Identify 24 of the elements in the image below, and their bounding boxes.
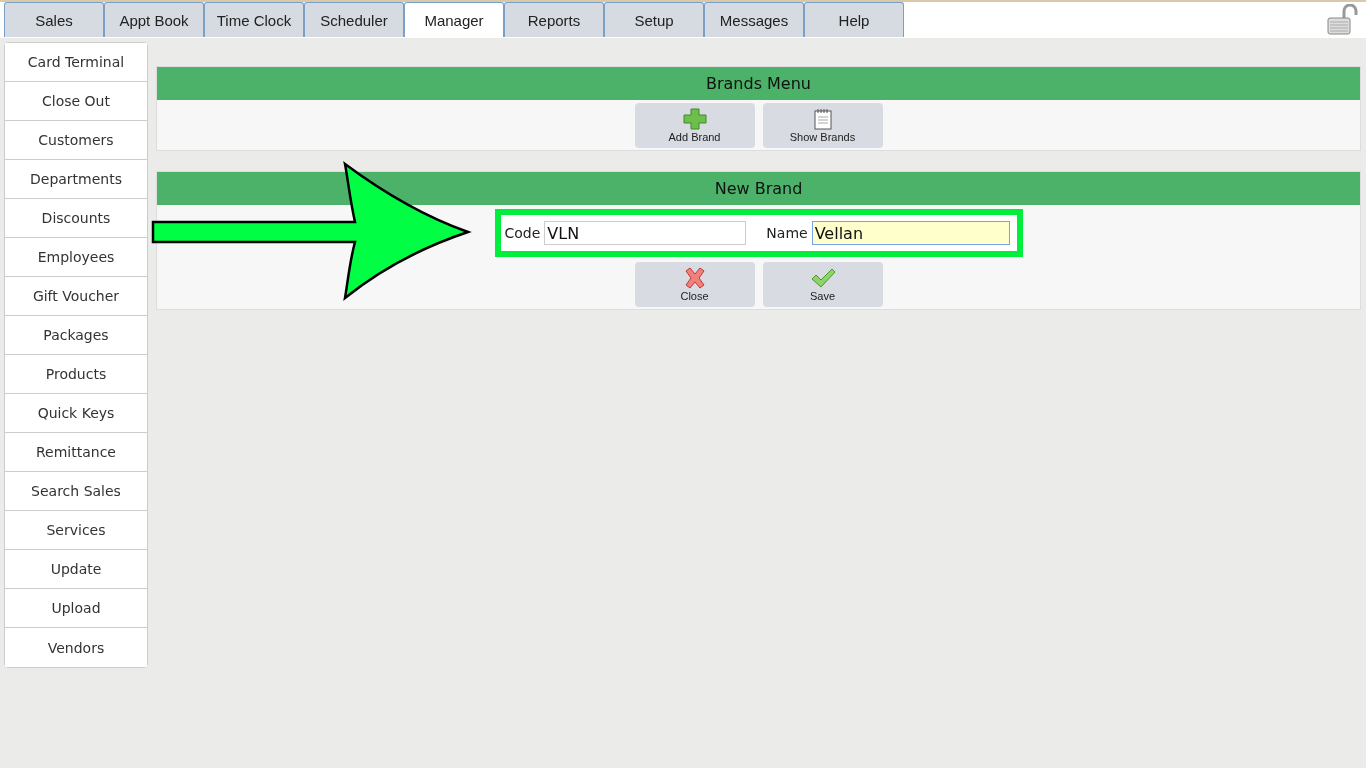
toolbar-button[interactable]: Close xyxy=(634,262,755,307)
nav-tab[interactable]: Scheduler xyxy=(304,2,404,37)
panel-header: Brands Menu xyxy=(157,67,1360,100)
input-field[interactable]: Vellan xyxy=(811,221,1010,245)
nav-tab[interactable]: Sales xyxy=(4,2,104,37)
field-label: Code xyxy=(504,225,541,241)
nav-tab[interactable]: Manager xyxy=(404,2,504,37)
input-field[interactable]: VLN xyxy=(544,221,747,245)
plus-icon xyxy=(682,108,707,130)
nav-tab[interactable]: Setup xyxy=(604,2,704,37)
panel-header: New Brand xyxy=(157,172,1360,205)
toolbar-button[interactable]: Add Brand xyxy=(634,103,755,148)
nav-tab[interactable]: Help xyxy=(804,2,904,37)
toolbar-button[interactable]: Save xyxy=(762,262,883,307)
nav-tab[interactable]: Appt Book xyxy=(104,2,204,37)
nav-tab[interactable]: Messages xyxy=(704,2,804,37)
checkmark-icon xyxy=(810,267,835,289)
padlock-icon[interactable] xyxy=(1326,4,1358,36)
nav-tab[interactable]: Time Clock xyxy=(204,2,304,37)
notepad-icon xyxy=(812,108,833,130)
nav-tab[interactable]: Reports xyxy=(504,2,604,37)
sidebar-item[interactable]: Card Terminal xyxy=(5,43,147,82)
toolbar-button[interactable]: Show Brands xyxy=(762,103,883,148)
field-label: Name xyxy=(766,225,808,241)
